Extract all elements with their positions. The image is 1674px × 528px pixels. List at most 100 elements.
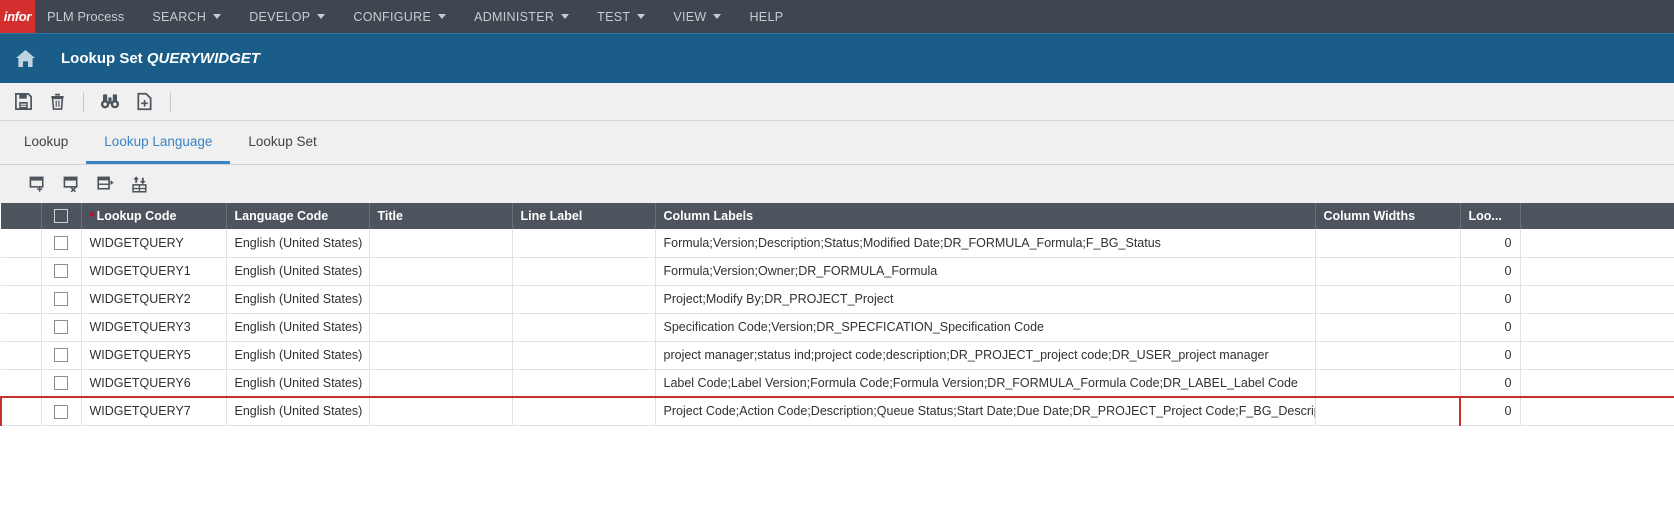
- header-language-code[interactable]: Language Code: [226, 203, 369, 229]
- header-column-widths[interactable]: Column Widths: [1315, 203, 1460, 229]
- nav-item-view[interactable]: VIEW: [659, 0, 735, 33]
- cell-column-widths[interactable]: [1315, 397, 1460, 425]
- cell-language-code[interactable]: English (United States): [226, 313, 369, 341]
- cell-column-widths[interactable]: [1315, 229, 1460, 257]
- header-select-all[interactable]: [41, 203, 81, 229]
- cell-column-labels[interactable]: Specification Code;Version;DR_SPECFICATI…: [655, 313, 1315, 341]
- add-row-icon[interactable]: [20, 170, 54, 198]
- cell-line-label[interactable]: [512, 369, 655, 397]
- cell-line-label[interactable]: [512, 397, 655, 425]
- cell-column-labels[interactable]: Formula;Version;Owner;DR_FORMULA_Formula: [655, 257, 1315, 285]
- row-checkbox[interactable]: [54, 236, 68, 250]
- nav-item-administer[interactable]: ADMINISTER: [460, 0, 583, 33]
- header-line-label[interactable]: Line Label: [512, 203, 655, 229]
- chevron-down-icon: [213, 14, 221, 19]
- row-checkbox-cell[interactable]: [41, 257, 81, 285]
- row-checkbox[interactable]: [54, 320, 68, 334]
- cell-loo[interactable]: 0: [1460, 285, 1520, 313]
- table-row[interactable]: WIDGETQUERY1English (United States) Formu…: [1, 257, 1674, 285]
- cell-column-widths[interactable]: [1315, 257, 1460, 285]
- row-checkbox[interactable]: [54, 376, 68, 390]
- row-checkbox-cell[interactable]: [41, 397, 81, 425]
- delete-icon[interactable]: [40, 87, 74, 117]
- cell-title[interactable]: [369, 397, 512, 425]
- cell-column-widths[interactable]: [1315, 313, 1460, 341]
- table-row[interactable]: WIDGETQUERY3English (United States) Speci…: [1, 313, 1674, 341]
- nav-item-develop[interactable]: DEVELOP: [235, 0, 339, 33]
- row-checkbox-cell[interactable]: [41, 369, 81, 397]
- row-checkbox[interactable]: [54, 405, 68, 419]
- cell-title[interactable]: [369, 229, 512, 257]
- select-all-checkbox[interactable]: [54, 209, 68, 223]
- header-lookup-code[interactable]: *Lookup Code: [81, 203, 226, 229]
- cell-column-widths[interactable]: [1315, 341, 1460, 369]
- cell-title[interactable]: [369, 341, 512, 369]
- cell-lookup-code[interactable]: WIDGETQUERY: [81, 229, 226, 257]
- nav-item-search[interactable]: SEARCH: [138, 0, 235, 33]
- cell-column-labels[interactable]: Project;Modify By;DR_PROJECT_Project: [655, 285, 1315, 313]
- table-row[interactable]: WIDGETQUERY7English (United States) Proje…: [1, 397, 1674, 425]
- row-checkbox-cell[interactable]: [41, 229, 81, 257]
- tab-lookup[interactable]: Lookup: [6, 121, 86, 164]
- edit-row-icon[interactable]: [88, 170, 122, 198]
- row-checkbox-cell[interactable]: [41, 285, 81, 313]
- table-row[interactable]: WIDGETQUERYEnglish (United States) Formul…: [1, 229, 1674, 257]
- cell-title[interactable]: [369, 257, 512, 285]
- cell-line-label[interactable]: [512, 229, 655, 257]
- table-row[interactable]: WIDGETQUERY2English (United States) Proje…: [1, 285, 1674, 313]
- home-icon[interactable]: [10, 46, 40, 72]
- cell-loo[interactable]: 0: [1460, 313, 1520, 341]
- cell-line-label[interactable]: [512, 285, 655, 313]
- cell-line-label[interactable]: [512, 313, 655, 341]
- nav-item-help[interactable]: HELP: [735, 0, 797, 33]
- cell-language-code[interactable]: English (United States): [226, 285, 369, 313]
- cell-lookup-code[interactable]: WIDGETQUERY7: [81, 397, 226, 425]
- nav-item-configure[interactable]: CONFIGURE: [339, 0, 460, 33]
- cell-line-label[interactable]: [512, 257, 655, 285]
- cell-loo[interactable]: 0: [1460, 341, 1520, 369]
- export-grid-icon[interactable]: [122, 170, 156, 198]
- cell-language-code[interactable]: English (United States): [226, 341, 369, 369]
- cell-column-labels[interactable]: project manager;status ind;project code;…: [655, 341, 1315, 369]
- row-checkbox-cell[interactable]: [41, 313, 81, 341]
- table-row[interactable]: WIDGETQUERY6English (United States) Label…: [1, 369, 1674, 397]
- cell-lookup-code[interactable]: WIDGETQUERY3: [81, 313, 226, 341]
- cell-title[interactable]: [369, 313, 512, 341]
- cell-column-labels[interactable]: Formula;Version;Description;Status;Modif…: [655, 229, 1315, 257]
- cell-column-labels[interactable]: Label Code;Label Version;Formula Code;Fo…: [655, 369, 1315, 397]
- header-loo[interactable]: Loo...: [1460, 203, 1520, 229]
- cell-language-code[interactable]: English (United States): [226, 369, 369, 397]
- cell-lookup-code[interactable]: WIDGETQUERY1: [81, 257, 226, 285]
- row-checkbox[interactable]: [54, 292, 68, 306]
- save-icon[interactable]: [6, 87, 40, 117]
- cell-lookup-code[interactable]: WIDGETQUERY2: [81, 285, 226, 313]
- tab-lookup-language[interactable]: Lookup Language: [86, 121, 230, 164]
- cell-loo[interactable]: 0: [1460, 257, 1520, 285]
- cell-loo[interactable]: 0: [1460, 397, 1520, 425]
- cell-column-widths[interactable]: [1315, 285, 1460, 313]
- cell-lookup-code[interactable]: WIDGETQUERY6: [81, 369, 226, 397]
- cell-column-labels[interactable]: Project Code;Action Code;Description;Que…: [655, 397, 1315, 425]
- cell-language-code[interactable]: English (United States): [226, 397, 369, 425]
- table-row[interactable]: WIDGETQUERY5English (United States) proje…: [1, 341, 1674, 369]
- header-title[interactable]: Title: [369, 203, 512, 229]
- infor-logo[interactable]: infor: [0, 0, 35, 33]
- cell-column-widths[interactable]: [1315, 369, 1460, 397]
- cell-lookup-code[interactable]: WIDGETQUERY5: [81, 341, 226, 369]
- new-document-icon[interactable]: [127, 87, 161, 117]
- cell-title[interactable]: [369, 285, 512, 313]
- cell-title[interactable]: [369, 369, 512, 397]
- delete-row-icon[interactable]: [54, 170, 88, 198]
- row-checkbox-cell[interactable]: [41, 341, 81, 369]
- cell-language-code[interactable]: English (United States): [226, 229, 369, 257]
- cell-loo[interactable]: 0: [1460, 229, 1520, 257]
- cell-loo[interactable]: 0: [1460, 369, 1520, 397]
- cell-language-code[interactable]: English (United States): [226, 257, 369, 285]
- row-checkbox[interactable]: [54, 264, 68, 278]
- nav-item-test[interactable]: TEST: [583, 0, 659, 33]
- cell-line-label[interactable]: [512, 341, 655, 369]
- header-column-labels[interactable]: Column Labels: [655, 203, 1315, 229]
- row-checkbox[interactable]: [54, 348, 68, 362]
- tab-lookup-set[interactable]: Lookup Set: [230, 121, 334, 164]
- binoculars-icon[interactable]: [93, 87, 127, 117]
